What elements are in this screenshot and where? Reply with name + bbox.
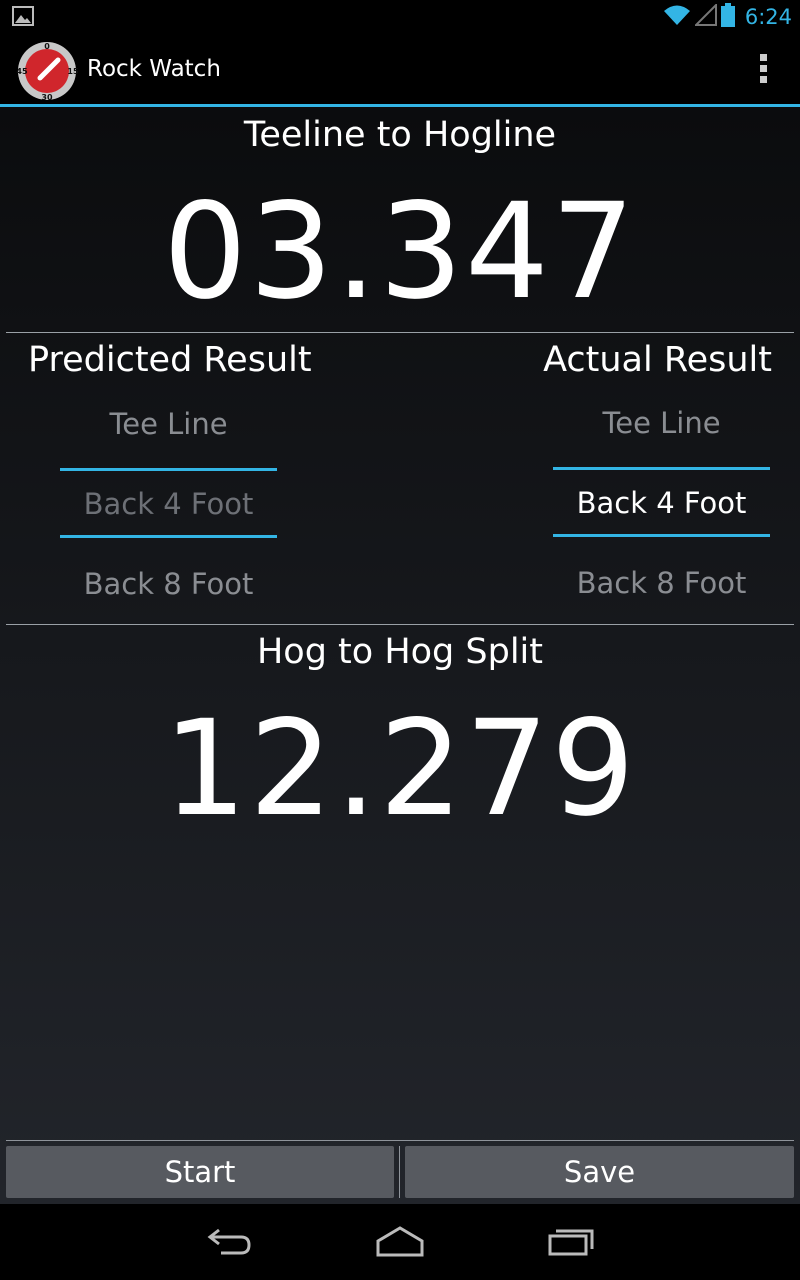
stopwatch-logo-icon: 0 15 30 45	[16, 40, 79, 106]
logo-mark-45: 45	[16, 67, 28, 76]
status-bar: 6:24	[0, 0, 800, 34]
save-button[interactable]: Save	[405, 1146, 794, 1198]
actual-option-tee-line[interactable]: Tee Line	[553, 406, 770, 440]
predicted-option-tee-line[interactable]: Tee Line	[60, 407, 277, 441]
predicted-option-back-4-foot[interactable]: Back 4 Foot	[60, 487, 277, 521]
logo-mark-0: 0	[44, 42, 50, 51]
teeline-title: Teeline to Hogline	[243, 115, 557, 155]
actual-option-back-4-foot[interactable]: Back 4 Foot	[553, 486, 770, 520]
signal-icon	[693, 2, 717, 30]
predicted-selection-line-bottom	[60, 535, 277, 538]
overflow-menu-icon[interactable]	[756, 54, 770, 90]
status-time: 6:24	[744, 5, 792, 29]
home-icon[interactable]	[375, 1224, 425, 1262]
image-notification-icon	[12, 6, 34, 30]
action-bar: 0 15 30 45 Rock Watch	[0, 34, 800, 107]
actual-result-title: Actual Result	[543, 340, 772, 380]
predicted-option-back-8-foot[interactable]: Back 8 Foot	[60, 567, 277, 601]
button-bar-divider	[6, 1140, 794, 1141]
predicted-selection-line-top	[60, 468, 277, 471]
predicted-result-title: Predicted Result	[28, 340, 312, 380]
divider-middle	[6, 624, 794, 625]
logo-mark-15: 15	[67, 67, 78, 76]
main-content: Teeline to Hogline 03.347 Predicted Resu…	[0, 107, 800, 1204]
wifi-icon	[663, 4, 691, 30]
hog-split-title: Hog to Hog Split	[256, 632, 543, 672]
recent-apps-icon[interactable]	[548, 1224, 596, 1262]
app-title: Rock Watch	[87, 56, 221, 82]
navigation-bar	[0, 1204, 800, 1280]
actual-selection-line-bottom	[553, 534, 770, 537]
battery-icon	[720, 3, 735, 31]
hog-split-time: 12.279	[163, 692, 637, 846]
start-button[interactable]: Start	[6, 1146, 394, 1198]
divider-top	[6, 332, 794, 333]
button-separator	[399, 1146, 400, 1198]
actual-option-back-8-foot[interactable]: Back 8 Foot	[553, 566, 770, 600]
logo-mark-30: 30	[41, 93, 53, 102]
back-icon[interactable]	[205, 1224, 253, 1262]
button-bar: Start Save	[0, 1140, 800, 1204]
actual-selection-line-top	[553, 467, 770, 470]
teeline-time: 03.347	[163, 175, 637, 329]
